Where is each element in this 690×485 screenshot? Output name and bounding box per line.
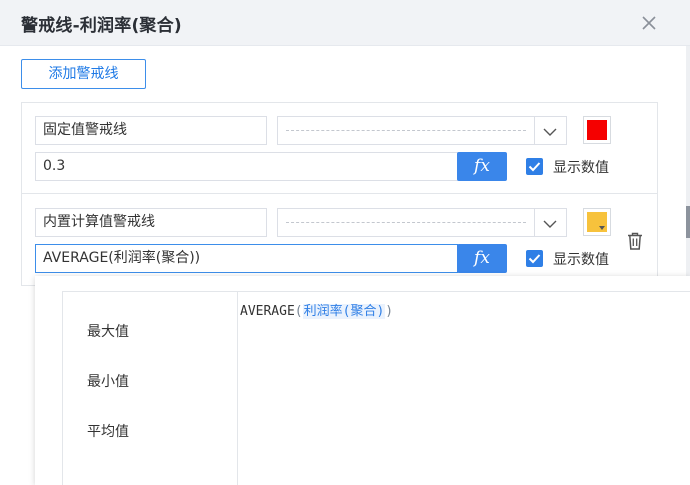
formula-code-line: AVERAGE(利润率(聚合)) <box>240 300 393 319</box>
dialog-title: 警戒线-利润率(聚合) <box>21 16 182 36</box>
function-item-max[interactable]: 最大值 <box>87 321 129 341</box>
divider <box>22 193 658 194</box>
line-style-select[interactable] <box>277 116 567 145</box>
formula-fx-button[interactable]: fx <box>457 152 507 181</box>
formula-function-name: AVERAGE <box>240 304 295 319</box>
line-value-field[interactable]: AVERAGE(利润率(聚合)) <box>35 244 458 273</box>
add-warning-line-button[interactable]: 添加警戒线 <box>21 59 146 89</box>
dashed-line-preview <box>286 130 526 131</box>
line-value-field[interactable]: 0.3 <box>35 152 458 181</box>
formula-close-paren: ) <box>385 304 394 319</box>
trash-icon[interactable] <box>626 231 644 251</box>
line-name-field[interactable]: 固定值警戒线 <box>35 116 267 145</box>
dashed-line-preview <box>286 222 526 223</box>
chevron-down-icon <box>542 124 558 138</box>
formula-editor-popup: 最大值 最小值 平均值 AVERAGE(利润率(聚合)) <box>35 276 690 485</box>
show-value-checkbox[interactable]: 显示数值 <box>526 156 626 176</box>
color-swatch <box>587 120 607 140</box>
formula-open-paren: ( <box>294 304 303 319</box>
check-icon <box>526 250 543 267</box>
formula-code-editor[interactable]: AVERAGE(利润率(聚合)) <box>238 291 690 485</box>
formula-fx-button[interactable]: fx <box>457 244 507 273</box>
function-list: 最大值 最小值 平均值 <box>62 291 238 485</box>
chevron-down-icon <box>542 216 558 230</box>
dialog-header: 警戒线-利润率(聚合) <box>0 0 690 46</box>
show-value-checkbox[interactable]: 显示数值 <box>526 248 626 268</box>
line-color-picker[interactable] <box>583 116 611 144</box>
scrollbar-thumb[interactable] <box>686 206 690 238</box>
line-color-picker[interactable] <box>583 208 611 236</box>
show-value-label: 显示数值 <box>553 252 609 268</box>
line-name-field[interactable]: 内置计算值警戒线 <box>35 208 267 237</box>
function-item-min[interactable]: 最小值 <box>87 371 129 391</box>
line-style-select[interactable] <box>277 208 567 237</box>
formula-field-argument[interactable]: 利润率(聚合) <box>302 304 386 319</box>
caret-down-icon <box>599 226 605 230</box>
show-value-label: 显示数值 <box>553 160 609 176</box>
close-icon[interactable] <box>638 12 660 34</box>
check-icon <box>526 158 543 175</box>
function-item-average[interactable]: 平均值 <box>87 421 129 441</box>
